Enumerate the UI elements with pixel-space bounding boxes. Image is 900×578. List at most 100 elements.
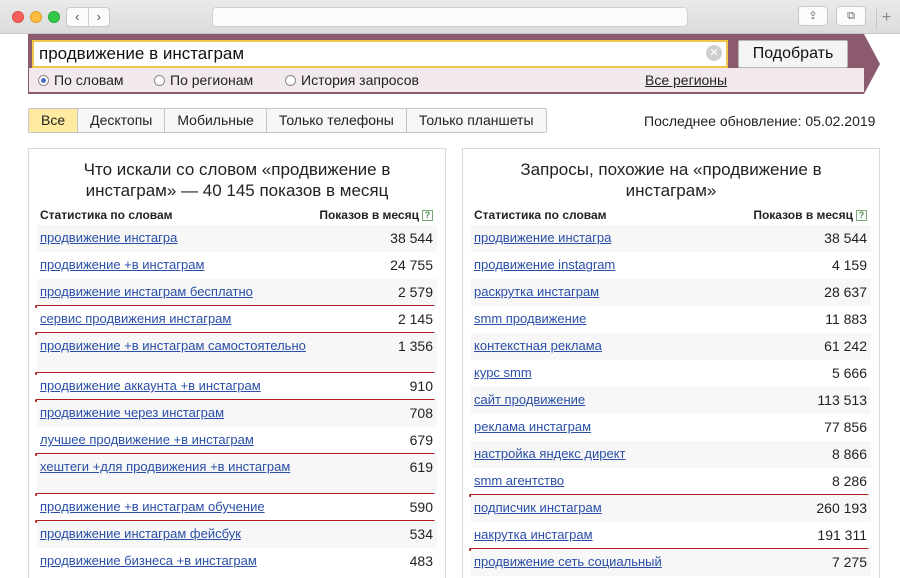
column-header-count: Показов в месяц ? (319, 208, 433, 222)
panel-title: Что искали со словом «продвижение в инст… (29, 159, 445, 201)
query-link[interactable]: продвижение +в инстаграм обучение (40, 499, 340, 515)
impressions-count: 113 513 (817, 392, 867, 408)
query-link[interactable]: продвижение инстаграм фейсбук (40, 526, 340, 542)
query-link[interactable]: продвижение +в инстаграм самостоятельно (40, 338, 340, 354)
tab-phones-only[interactable]: Только телефоны (265, 109, 406, 132)
query-link[interactable]: лучшее продвижение +в инстаграм (40, 432, 340, 448)
table-row: продвижение аккаунта +в инстаграм 910 (37, 373, 437, 400)
search-input[interactable]: продвижение в инстаграм (32, 40, 728, 68)
table-row: подписчик инстаграм 260 193 (471, 495, 871, 522)
impressions-count: 7 275 (831, 554, 867, 570)
search-band-arrow (864, 34, 880, 94)
column-header-query: Статистика по словам (474, 208, 607, 222)
maximize-window-icon[interactable] (48, 11, 60, 23)
impressions-count: 2 579 (397, 284, 433, 300)
help-icon[interactable]: ? (422, 209, 433, 221)
table-row: сервис продвижения инстаграм 2 145 (37, 306, 437, 333)
right-panel-similar-queries: Запросы, похожие на «продвижение в инста… (462, 148, 880, 578)
impressions-count: 11 883 (825, 311, 867, 327)
column-header-count-label: Показов в месяц (753, 208, 853, 222)
impressions-count: 8 286 (831, 473, 867, 489)
mode-by-regions[interactable]: По регионам (154, 71, 253, 89)
back-arrow-icon[interactable]: ‹ (67, 8, 88, 26)
table-row: продвижение +в инстаграм самостоятельно 1… (37, 333, 437, 373)
table-row: лучшее продвижение +в инстаграм 679 (37, 427, 437, 454)
radio-selected-icon[interactable] (38, 74, 49, 86)
all-regions-link[interactable]: Все регионы (645, 71, 727, 89)
impressions-count: 61 242 (824, 338, 867, 354)
query-link[interactable]: продвижение +в инстаграм (40, 257, 340, 273)
impressions-count: 8 866 (831, 446, 867, 462)
impressions-count: 619 (409, 459, 433, 475)
query-link[interactable]: продвижение инстагра (474, 230, 774, 246)
device-tabs: Все Десктопы Мобильные Только телефоны Т… (28, 108, 547, 133)
impressions-count: 534 (409, 526, 433, 542)
impressions-count: 260 193 (816, 500, 867, 516)
query-link[interactable]: продвижение через инстаграм (40, 405, 340, 421)
mode-by-words[interactable]: По словам (38, 71, 124, 89)
query-link[interactable]: продвижение instagram (474, 257, 774, 273)
close-window-icon[interactable] (12, 11, 24, 23)
clear-icon[interactable]: ✕ (706, 45, 722, 61)
query-link[interactable]: продвижение бизнеса +в инстаграм (40, 553, 340, 569)
table-row: продвижение +в инстаграм 24 755 (37, 252, 437, 279)
column-header-query: Статистика по словам (40, 208, 173, 222)
query-link[interactable]: продвижение сеть социальный (474, 554, 774, 570)
impressions-count: 1 356 (397, 338, 433, 354)
impressions-count: 708 (409, 405, 433, 421)
mode-label: По регионам (170, 72, 254, 88)
column-header-count: Показов в месяц ? (753, 208, 867, 222)
table-row: продвижение инстагра 38 544 (471, 225, 871, 252)
query-link[interactable]: smm агентство (474, 473, 774, 489)
table-row: контекстная реклама 61 242 (471, 333, 871, 360)
pick-button[interactable]: Подобрать (738, 40, 848, 68)
tab-desktops[interactable]: Десктопы (77, 109, 165, 132)
tab-mobile[interactable]: Мобильные (164, 109, 266, 132)
radio-icon[interactable] (285, 74, 296, 86)
query-link[interactable]: курс smm (474, 365, 774, 381)
impressions-count: 679 (409, 432, 433, 448)
last-update-text: Последнее обновление: 05.02.2019 (644, 113, 876, 129)
panel-title: Запросы, похожие на «продвижение в инста… (463, 159, 879, 201)
impressions-count: 4 159 (831, 257, 867, 273)
impressions-count: 191 311 (817, 527, 867, 543)
mode-query-history[interactable]: История запросов (285, 71, 419, 89)
query-link[interactable]: smm продвижение (474, 311, 774, 327)
impressions-count: 38 544 (824, 230, 867, 246)
mode-label: История запросов (301, 72, 419, 88)
table-row: продвижение инстаграм фейсбук 534 (37, 521, 437, 548)
table-row: курс smm 5 666 (471, 360, 871, 387)
history-nav: ‹ › (66, 7, 110, 27)
radio-icon[interactable] (154, 74, 165, 86)
query-link[interactable]: продвижение инстагра (40, 230, 340, 246)
query-link[interactable]: накрутка инстаграм (474, 527, 774, 543)
table-row: накрутка инстаграм 191 311 (471, 522, 871, 549)
impressions-count: 590 (409, 499, 433, 515)
query-link[interactable]: подписчик инстаграм (474, 500, 774, 516)
query-link[interactable]: продвижение аккаунта +в инстаграм (40, 378, 340, 394)
table-row: продвижение сеть социальный 7 275 (471, 549, 871, 576)
query-link[interactable]: сайт продвижение (474, 392, 774, 408)
tabs-overview-icon[interactable]: ⧉ (836, 6, 866, 26)
query-link[interactable]: хештеги +для продвижения +в инстаграм (40, 459, 340, 475)
query-link[interactable]: настройка яндекс директ (474, 446, 774, 462)
minimize-window-icon[interactable] (30, 11, 42, 23)
tab-tablets-only[interactable]: Только планшеты (405, 109, 546, 132)
impressions-count: 483 (409, 553, 433, 569)
new-tab-icon[interactable]: + (876, 7, 896, 29)
address-bar[interactable] (212, 7, 688, 27)
column-header-count-label: Показов в месяц (319, 208, 419, 222)
tab-all[interactable]: Все (29, 109, 78, 132)
impressions-count: 77 856 (824, 419, 867, 435)
forward-arrow-icon[interactable]: › (87, 8, 110, 26)
impressions-count: 5 666 (831, 365, 867, 381)
query-link[interactable]: раскрутка инстаграм (474, 284, 774, 300)
query-link[interactable]: контекстная реклама (474, 338, 774, 354)
table-row: продвижение инстагра 38 544 (37, 225, 437, 252)
query-link[interactable]: продвижение инстаграм бесплатно (40, 284, 340, 300)
query-link[interactable]: сервис продвижения инстаграм (40, 311, 340, 327)
query-link[interactable]: реклама инстаграм (474, 419, 774, 435)
share-icon[interactable]: ⇪ (798, 6, 828, 26)
help-icon[interactable]: ? (856, 209, 867, 221)
table-row: продвижение через инстаграм 708 (37, 400, 437, 427)
